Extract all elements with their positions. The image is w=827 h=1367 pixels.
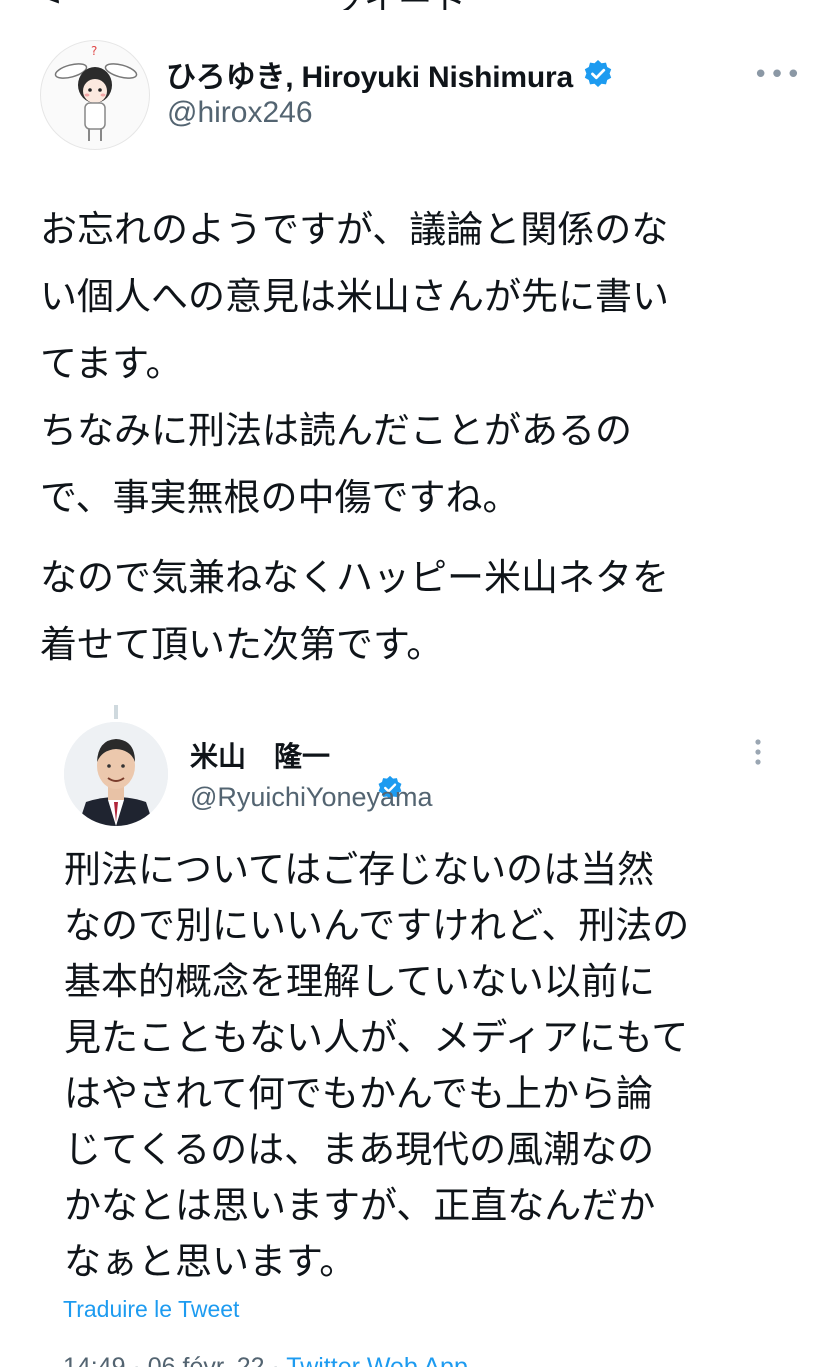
more-dots-icon[interactable]: ••• (753, 60, 802, 90)
display-name[interactable]: ひろゆき, Hiroyuki Nishimura (166, 52, 573, 96)
quoted-line: じてくるのは、まあ現代の風潮なの (64, 1128, 655, 1171)
tweet-line: お忘れのようですが、議論と関係のな (40, 208, 669, 251)
quoted-display-name[interactable]: 米山 隆一 (190, 735, 330, 775)
display-name-row[interactable]: ひろゆき, Hiroyuki Nishimura (166, 52, 613, 96)
top-nav-fragment: < ツイート (0, 0, 827, 10)
tweet-line: てます。 (40, 342, 183, 385)
tweet-source-app[interactable]: Twitter Web App (286, 1353, 468, 1367)
avatar-bunny-ears-icon[interactable]: ? (40, 40, 150, 150)
quoted-line: なぁと思います。 (64, 1240, 357, 1283)
avatar-man-in-suit-icon[interactable] (64, 722, 168, 826)
tweet-paragraph-2: なので気兼ねなくハッピー米山ネタを 着せて頂いた次第です。 (40, 544, 785, 678)
tweet-text: お忘れのようですが、議論と関係のな い個人への意見は米山さんが先に書い てます。… (40, 196, 785, 678)
quoted-handle[interactable]: @RyuichiYoneyama (190, 782, 433, 813)
tweet-line: で、事実無根の中傷ですね。 (40, 476, 520, 519)
svg-text:?: ? (91, 44, 97, 58)
thread-connector (114, 705, 118, 719)
quoted-line: 基本的概念を理解していない以前に (64, 960, 655, 1003)
tweet-line: い個人への意見は米山さんが先に書い (40, 275, 669, 318)
quoted-line: かなとは思いますが、正直なんだか (64, 1184, 656, 1227)
quoted-display-name-row[interactable]: 米山 隆一 (190, 735, 402, 800)
tweet-meta: 14:49 · 06 févr. 22 · Twitter Web App (63, 1352, 763, 1367)
handle[interactable]: @hirox246 (167, 96, 313, 130)
quoted-line: なので別にいいんですけれど、刑法の (64, 904, 690, 947)
quoted-line: 刑法についてはご存じないのは当然 (64, 848, 655, 891)
back-arrow-icon[interactable]: < (34, 0, 63, 10)
tweet-timestamp[interactable]: 14:49 · 06 févr. 22 · (63, 1353, 286, 1367)
tweet-line: なので気兼ねなくハッピー米山ネタを (40, 556, 669, 599)
nav-title: ツイート (330, 0, 466, 10)
quoted-tweet-text: 刑法についてはご存じないのは当然 なので別にいいんですけれど、刑法の 基本的概念… (64, 842, 784, 1290)
vertical-dots-icon[interactable] (748, 738, 768, 766)
quoted-line: はやされて何でもかんでも上から論 (64, 1072, 654, 1115)
quoted-line: 見たこともない人が、メディアにもて (64, 1016, 689, 1059)
tweet-line: ちなみに刑法は読んだことがあるの (40, 409, 632, 452)
verified-badge-icon (338, 742, 402, 800)
translate-tweet-link[interactable]: Traduire le Tweet (63, 1296, 239, 1323)
tweet-paragraph-1: お忘れのようですが、議論と関係のな い個人への意見は米山さんが先に書い てます。… (40, 196, 785, 531)
verified-badge-icon (583, 59, 613, 89)
tweet-line: 着せて頂いた次第です。 (40, 623, 444, 666)
